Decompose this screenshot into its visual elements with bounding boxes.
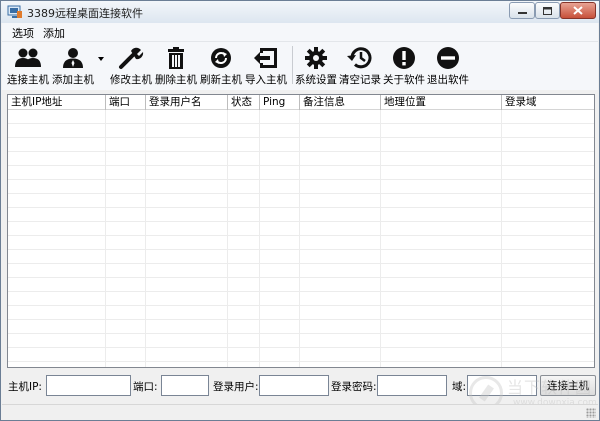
column-divider: [501, 110, 502, 367]
column-divider: [299, 110, 300, 367]
menu-options[interactable]: 选项: [12, 25, 34, 41]
users-icon: [15, 48, 41, 67]
table-body: [8, 110, 594, 367]
close-button[interactable]: [560, 2, 596, 19]
delete-host-label: 删除主机: [155, 74, 197, 86]
exit-icon: [437, 47, 459, 69]
col-port[interactable]: 端口: [106, 95, 146, 110]
refresh-host-button[interactable]: 刷新主机: [199, 44, 243, 88]
host-ip-input[interactable]: [46, 375, 131, 396]
column-divider: [145, 110, 146, 367]
app-icon: [7, 5, 22, 18]
connect-host-button[interactable]: 连接主机: [6, 44, 50, 88]
exit-button[interactable]: 退出软件: [426, 44, 470, 88]
col-remarks[interactable]: 备注信息: [300, 95, 381, 110]
login-password-input[interactable]: [377, 375, 447, 396]
minimize-icon: [517, 11, 527, 14]
col-ping[interactable]: Ping: [260, 95, 300, 110]
import-host-button[interactable]: 导入主机: [244, 44, 288, 88]
close-icon: [573, 6, 583, 15]
port-label: 端口:: [133, 381, 158, 393]
column-divider: [227, 110, 228, 367]
login-user-input[interactable]: [259, 375, 329, 396]
app-window: 3389远程桌面连接软件 选项 添加 连接主机 添加主机 修改主机 删除主机 刷…: [0, 0, 600, 421]
clear-records-label: 清空记录: [339, 74, 381, 86]
about-label: 关于软件: [383, 74, 425, 86]
menu-add[interactable]: 添加: [43, 25, 65, 41]
add-host-dropdown-icon[interactable]: [98, 57, 104, 61]
info-icon: [393, 47, 415, 69]
column-divider: [259, 110, 260, 367]
col-login-user[interactable]: 登录用户名: [146, 95, 228, 110]
trash-icon: [168, 47, 184, 69]
refresh-host-label: 刷新主机: [200, 74, 242, 86]
gear-icon: [305, 47, 327, 69]
window-title: 3389远程桌面连接软件: [27, 7, 143, 20]
clear-records-button[interactable]: 清空记录: [338, 44, 382, 88]
column-divider: [105, 110, 106, 367]
exit-label: 退出软件: [427, 74, 469, 86]
table-header: 主机IP地址 端口 登录用户名 状态 Ping 备注信息 地理位置 登录域: [8, 95, 594, 110]
add-host-label: 添加主机: [52, 74, 94, 86]
system-settings-button[interactable]: 系统设置: [294, 44, 338, 88]
minimize-button[interactable]: [509, 2, 535, 19]
toolbar-separator: [292, 46, 293, 84]
port-input[interactable]: [161, 375, 209, 396]
wrench-icon: [119, 47, 144, 69]
add-user-icon: [63, 48, 83, 68]
col-location[interactable]: 地理位置: [381, 95, 502, 110]
toolbar: 连接主机 添加主机 修改主机 删除主机 刷新主机 导入主机 系统设置 清空记录 …: [2, 42, 598, 90]
title-bar[interactable]: 3389远程桌面连接软件: [1, 1, 599, 23]
col-domain[interactable]: 登录域: [502, 95, 594, 110]
delete-host-button[interactable]: 删除主机: [154, 44, 198, 88]
maximize-icon: [543, 6, 552, 15]
login-user-label: 登录用户:: [213, 381, 259, 393]
resize-grip-icon[interactable]: [586, 408, 596, 418]
edit-host-button[interactable]: 修改主机: [109, 44, 153, 88]
add-host-button[interactable]: 添加主机: [51, 44, 95, 88]
host-table[interactable]: 主机IP地址 端口 登录用户名 状态 Ping 备注信息 地理位置 登录域: [7, 94, 595, 368]
refresh-icon: [211, 48, 231, 68]
history-icon: [347, 47, 372, 69]
col-status[interactable]: 状态: [228, 95, 260, 110]
maximize-button[interactable]: [535, 2, 560, 19]
col-host-ip[interactable]: 主机IP地址: [8, 95, 106, 110]
domain-label: 域:: [452, 381, 467, 393]
menu-bar: 选项 添加: [2, 23, 598, 42]
host-ip-label: 主机IP:: [8, 381, 42, 393]
import-host-label: 导入主机: [245, 74, 287, 86]
edit-host-label: 修改主机: [110, 74, 152, 86]
about-button[interactable]: 关于软件: [382, 44, 426, 88]
connect-host-label: 连接主机: [7, 74, 49, 86]
system-settings-label: 系统设置: [295, 74, 337, 86]
status-bar: [2, 404, 598, 420]
login-password-label: 登录密码:: [331, 381, 377, 393]
import-icon: [254, 48, 277, 68]
watermark-text-cn: 当下软件园: [507, 378, 593, 397]
column-divider: [380, 110, 381, 367]
